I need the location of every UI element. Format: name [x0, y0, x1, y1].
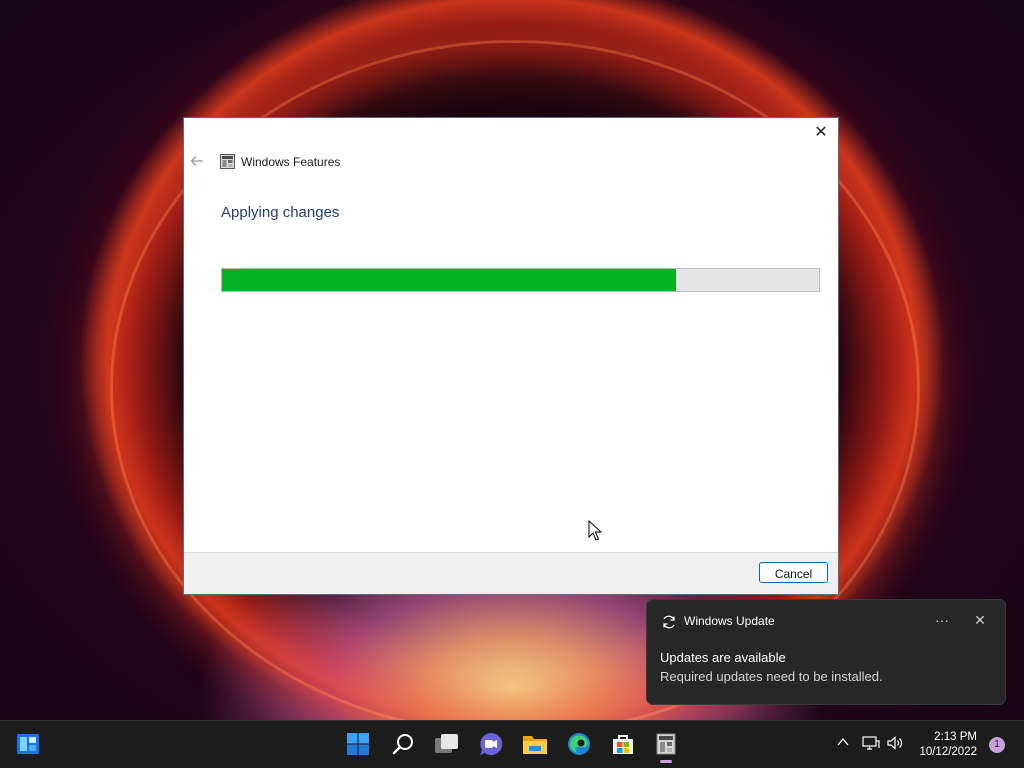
chat-icon[interactable]	[477, 730, 505, 758]
sync-icon	[661, 614, 677, 630]
edge-icon-svg	[568, 733, 590, 755]
store-icon-svg	[613, 735, 633, 754]
dialog-footer: Cancel	[184, 552, 838, 594]
windows-features-icon	[220, 154, 235, 169]
close-icon[interactable]: ✕	[810, 122, 832, 144]
task-view-icon-svg	[435, 734, 458, 753]
network-icon-svg	[862, 736, 880, 750]
back-arrow-icon[interactable]	[190, 154, 208, 170]
mouse-cursor-svg	[588, 519, 603, 541]
notification-count-badge[interactable]: 1	[989, 737, 1005, 753]
file-explorer-icon-svg	[523, 736, 547, 754]
clock[interactable]: 2:13 PM 10/12/2022	[919, 730, 977, 760]
windows-features-icon-svg	[220, 154, 235, 169]
back-arrow-svg	[190, 156, 203, 166]
dialog-title: Windows Features	[241, 155, 341, 169]
applying-changes-heading: Applying changes	[221, 204, 340, 221]
clock-time: 2:13 PM	[934, 731, 977, 743]
toast-close-icon[interactable]: ✕	[969, 610, 991, 630]
file-explorer-icon[interactable]	[521, 730, 549, 758]
windows-features-taskbar-icon[interactable]	[652, 730, 680, 763]
progress-bar	[221, 268, 820, 292]
task-view-icon[interactable]	[433, 730, 461, 758]
store-icon[interactable]	[609, 730, 637, 758]
windows-features-dialog: ✕ Windows Features Applying changes Canc…	[183, 117, 839, 595]
widgets-icon[interactable]	[14, 730, 42, 758]
toast-app-name: Windows Update	[684, 614, 775, 628]
toast-body: Required updates need to be installed.	[660, 669, 883, 684]
clock-date: 10/12/2022	[919, 746, 977, 758]
cancel-button[interactable]: Cancel	[759, 562, 828, 583]
progress-fill	[222, 269, 676, 291]
volume-icon-svg	[887, 736, 903, 750]
search-icon-svg	[392, 734, 413, 755]
volume-icon[interactable]	[886, 735, 904, 753]
search-icon[interactable]	[389, 730, 417, 758]
toast-title: Updates are available	[660, 650, 786, 665]
chat-icon-svg	[480, 732, 503, 755]
start-icon[interactable]	[344, 730, 372, 758]
taskbar: 2:13 PM 10/12/2022 1	[0, 720, 1024, 768]
windows-update-toast[interactable]: Windows Update ··· ✕ Updates are availab…	[646, 599, 1006, 705]
windows-features-taskbar-svg	[656, 733, 676, 755]
network-icon[interactable]	[862, 735, 880, 753]
more-options-icon[interactable]: ···	[931, 610, 953, 630]
show-hidden-icons-chevron-icon[interactable]	[834, 735, 852, 753]
sync-icon-svg	[663, 615, 675, 629]
edge-icon[interactable]	[565, 730, 593, 758]
widgets-icon-svg	[17, 734, 39, 754]
chevron-up-svg	[837, 737, 849, 746]
start-icon-svg	[347, 733, 369, 755]
mouse-cursor-icon	[588, 519, 603, 542]
